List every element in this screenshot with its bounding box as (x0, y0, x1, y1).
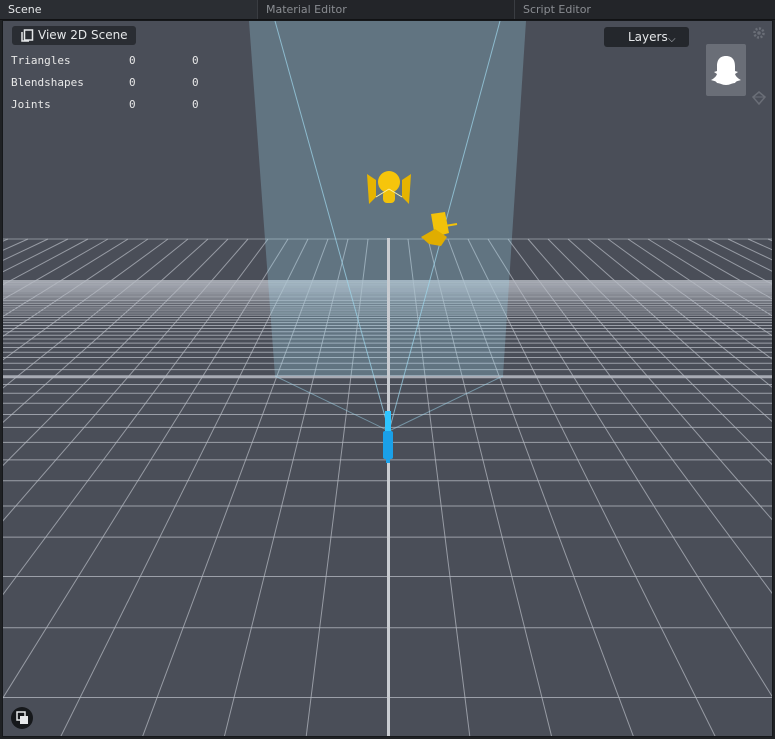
grid-line (3, 238, 189, 389)
stat-value: 0 (129, 54, 136, 67)
tab-script-editor[interactable]: Script Editor (515, 0, 775, 19)
grid-line (567, 238, 772, 423)
grid-line (487, 238, 772, 698)
overlap-toggle-button[interactable] (11, 707, 33, 729)
grid-line (3, 238, 89, 286)
scene-viewport[interactable]: View 2D Scene Triangles 0 0 Blendshapes … (2, 20, 773, 737)
stat-value: 0 (192, 98, 199, 111)
grid-line (527, 238, 772, 521)
scene-canvas[interactable] (3, 21, 773, 737)
view-2d-scene-label: View 2D Scene (38, 28, 128, 42)
grid-line (3, 238, 269, 596)
grid-line (667, 238, 772, 300)
vertical-axis-line (387, 238, 390, 736)
copy-pages-icon (21, 29, 34, 42)
layers-label: Layers (628, 30, 668, 44)
stat-row-blendshapes: Blendshapes 0 0 (11, 76, 211, 98)
grid-line (687, 238, 772, 285)
grid-line (3, 238, 69, 273)
grid-line (3, 238, 169, 361)
stat-label: Triangles (11, 54, 71, 67)
stat-row-joints: Joints 0 0 (11, 98, 211, 120)
snapchat-preview-button[interactable] (706, 44, 746, 96)
scene-panel-app: Scene Material Editor Script Editor View… (0, 0, 775, 739)
stat-value: 0 (192, 54, 199, 67)
stat-row-triangles: Triangles 0 0 (11, 54, 211, 76)
grid-line (607, 238, 772, 360)
scene-stats: Triangles 0 0 Blendshapes 0 0 Joints 0 0 (11, 54, 211, 120)
layers-dropdown[interactable]: Layers ⌵ (604, 27, 689, 47)
view-2d-scene-button[interactable]: View 2D Scene (12, 26, 136, 45)
stat-label: Blendshapes (11, 76, 84, 89)
tab-scene[interactable]: Scene (0, 0, 258, 19)
stat-value: 0 (192, 76, 199, 89)
grid-line (3, 238, 249, 522)
grid-line (587, 238, 772, 388)
tab-material-editor[interactable]: Material Editor (258, 0, 515, 19)
stat-label: Joints (11, 98, 51, 111)
grid-line (507, 238, 772, 594)
stat-value: 0 (129, 76, 136, 89)
grid-line (707, 238, 772, 272)
chevron-down-icon: ⌵ (668, 34, 676, 45)
gear-icon[interactable] (752, 26, 766, 40)
snapchat-ghost-icon (711, 56, 741, 85)
grid-line (3, 238, 209, 423)
grid-line (3, 238, 289, 699)
camera-gizmo[interactable] (383, 411, 393, 463)
overlap-squares-icon (16, 711, 28, 724)
grid-line (3, 238, 109, 300)
stat-value: 0 (129, 98, 136, 111)
panel-tabbar: Scene Material Editor Script Editor (0, 0, 775, 20)
gem-icon[interactable] (752, 91, 766, 105)
